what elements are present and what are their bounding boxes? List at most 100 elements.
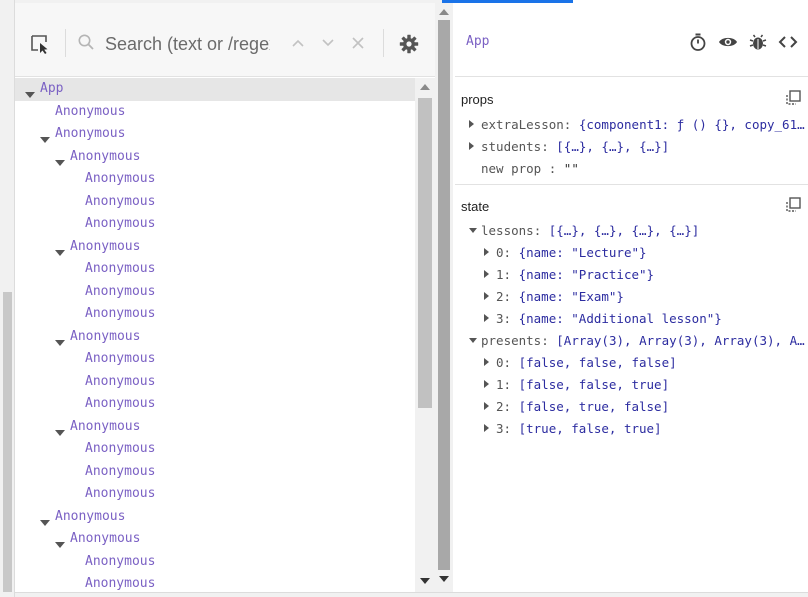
chevron-down-icon[interactable] [318,33,338,53]
search-input[interactable] [105,29,270,59]
inspector-row[interactable]: new prop : "" [481,158,579,180]
inspector-row[interactable]: 3: {name: "Additional lesson"} [496,308,722,330]
inspector-row[interactable]: presents: [Array(3), Array(3), Array(3),… [481,330,805,352]
tree-row[interactable]: Anonymous [15,168,415,191]
prop-key: presents [481,333,542,348]
expand-triangle-icon[interactable] [484,402,489,410]
inspector-row[interactable]: 1: [false, false, true] [496,374,669,396]
expand-triangle-icon[interactable] [55,333,67,346]
bottom-border [15,592,808,597]
tree-row[interactable]: Anonymous [15,371,415,394]
tree-row[interactable]: Anonymous [15,326,415,349]
expand-triangle-icon[interactable] [55,243,67,256]
tree-row[interactable]: App [15,78,415,101]
inspector-row[interactable]: 1: {name: "Practice"} [496,264,654,286]
component-name: Anonymous [85,306,156,321]
panel-scrollbar[interactable] [435,0,453,593]
tree-row[interactable]: Anonymous [15,213,415,236]
expand-triangle-icon[interactable] [484,248,489,256]
tree-scrollbar[interactable] [415,78,435,593]
expand-triangle-icon[interactable] [40,130,52,143]
key-separator: : [541,333,557,348]
expand-triangle-icon[interactable] [484,270,489,278]
tree-row[interactable]: Anonymous [15,123,415,146]
inspector-row[interactable]: 0: {name: "Lecture"} [496,242,647,264]
tree-row[interactable]: Anonymous [15,551,415,574]
left-edge-gutter [0,0,15,597]
tree-row[interactable]: Anonymous [15,438,415,461]
expand-triangle-icon[interactable] [55,535,67,548]
tree-row[interactable]: Anonymous [15,461,415,484]
expand-triangle-icon[interactable] [55,153,67,166]
expand-triangle-icon[interactable] [469,142,474,150]
scroll-down-arrow-icon[interactable] [439,576,449,582]
bug-icon[interactable] [747,31,769,53]
inspector-row[interactable]: 0: [false, false, false] [496,352,677,374]
select-element-icon[interactable] [27,31,53,57]
gear-icon[interactable] [397,32,421,56]
tree-row[interactable]: Anonymous [15,506,415,529]
expand-triangle-icon[interactable] [484,380,489,388]
state-section: state lessons: [{…}, {…}, {…}, {…}] 0: {n… [455,185,808,455]
collapse-triangle-icon[interactable] [469,228,477,233]
component-name: Anonymous [85,486,156,501]
inspector-row[interactable]: students: [{…}, {…}, {…}] [481,136,669,158]
expand-triangle-icon[interactable] [484,292,489,300]
scroll-up-arrow-icon[interactable] [420,84,430,90]
component-name: Anonymous [85,463,156,479]
chevron-up-icon[interactable] [288,33,308,53]
tree-row[interactable]: Anonymous [15,191,415,214]
scroll-up-arrow-icon[interactable] [439,9,449,15]
eye-icon[interactable] [717,31,739,53]
tree-scrollbar-thumb[interactable] [418,98,432,408]
component-tree-panel: App Anonymous Anonymous Anonymous Anonymous A… [15,0,453,597]
expand-triangle-icon[interactable] [25,85,37,98]
expand-triangle-icon[interactable] [484,314,489,322]
stopwatch-icon[interactable] [687,31,709,53]
inspector-row[interactable]: 3: [true, false, true] [496,418,662,440]
collapse-triangle-icon[interactable] [469,338,477,343]
expand-triangle-icon[interactable] [484,358,489,366]
inspector-row[interactable]: 2: {name: "Exam"} [496,286,624,308]
component-name: Anonymous [55,126,126,141]
left-edge-scrollbar[interactable] [3,292,12,592]
copy-icon[interactable] [784,89,802,107]
expand-triangle-icon[interactable] [40,513,52,526]
copy-icon[interactable] [784,196,802,214]
expand-triangle-icon[interactable] [484,424,489,432]
component-name: Anonymous [70,148,141,164]
prop-value: [{…}, {…}, {…}] [556,139,670,154]
tree-row[interactable]: Anonymous [15,303,415,326]
tree-row[interactable]: Anonymous [15,483,415,506]
inspector-row[interactable]: extraLesson: {component1: ƒ () {}, copy_… [481,114,805,136]
key-separator: : [503,377,519,392]
prop-key: 0 [496,355,504,370]
tree-row[interactable]: Anonymous [15,393,415,416]
scroll-down-arrow-icon[interactable] [420,578,430,584]
key-separator: : [503,289,519,304]
prop-key: 1 [496,267,504,282]
inspector-row[interactable]: 2: [false, true, false] [496,396,669,418]
selected-component-name: App [466,34,490,49]
tree-row[interactable]: Anonymous [15,528,415,551]
prop-key: extraLesson [481,117,564,132]
expand-triangle-icon[interactable] [55,423,67,436]
toolbar-divider [383,29,384,57]
prop-value: "" [563,161,579,176]
tree-row[interactable]: Anonymous [15,236,415,259]
tree-row[interactable]: Anonymous [15,573,415,593]
prop-key: 3 [496,421,504,436]
inspector-row[interactable]: lessons: [{…}, {…}, {…}, {…}] [481,220,699,242]
code-icon[interactable] [777,31,799,53]
tree-row[interactable]: Anonymous [15,348,415,371]
search-icon [75,31,97,53]
tree-row[interactable]: Anonymous [15,281,415,304]
tree-row[interactable]: Anonymous [15,416,415,439]
tree-row[interactable]: Anonymous [15,146,415,169]
expand-triangle-icon[interactable] [469,120,474,128]
panel-scrollbar-thumb[interactable] [438,20,450,570]
tree-row[interactable]: Anonymous [15,258,415,281]
inspector-header: App [455,3,808,77]
close-icon[interactable] [348,33,368,53]
tree-row[interactable]: Anonymous [15,101,415,124]
